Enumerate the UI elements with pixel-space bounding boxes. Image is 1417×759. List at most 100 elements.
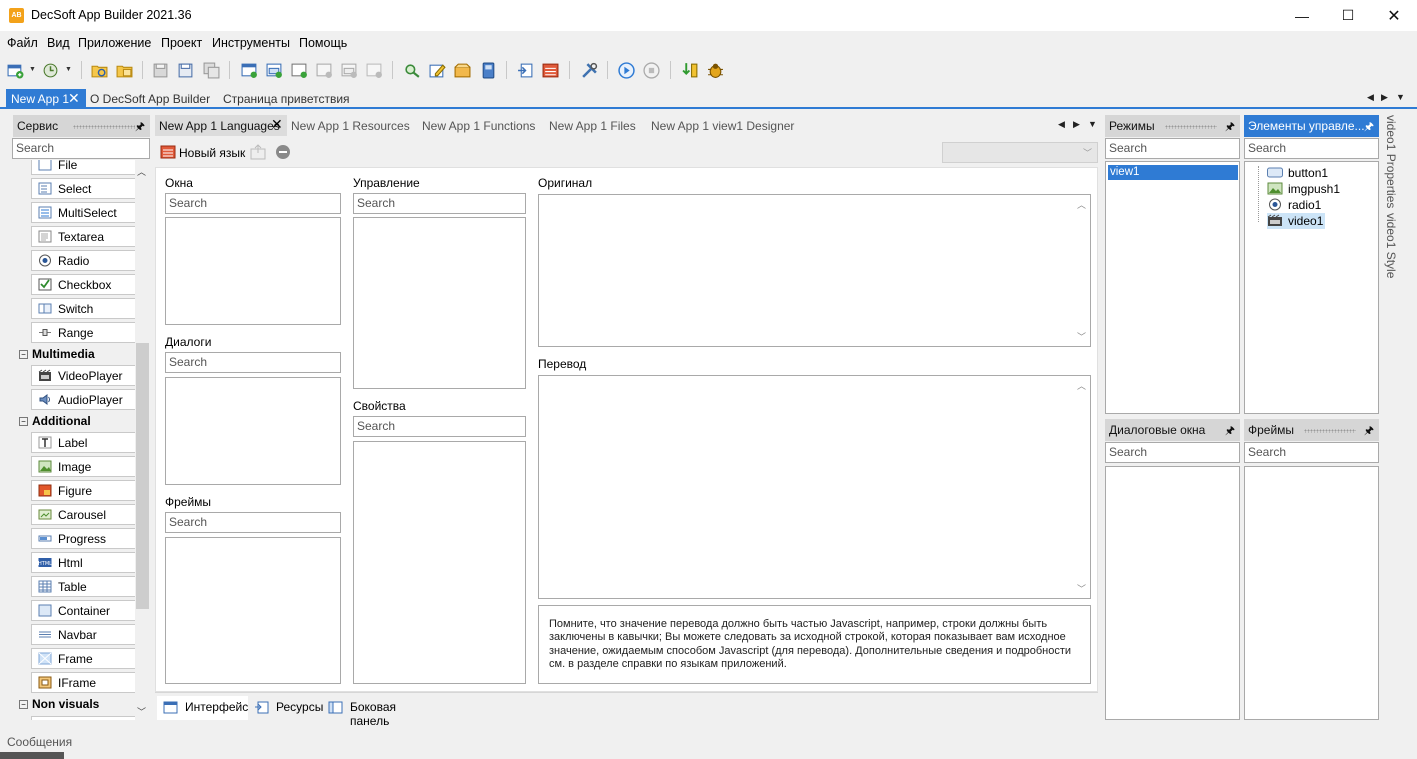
windows-list[interactable] — [165, 217, 341, 325]
modes-search-input[interactable]: Search — [1105, 138, 1240, 159]
chevron-up-icon[interactable]: ︿ — [1077, 379, 1086, 392]
components-scrollbar[interactable]: ︿ ﹀ — [135, 160, 150, 720]
side-tab-properties[interactable]: video1 Properties — [1384, 115, 1398, 208]
translation-textarea[interactable]: ︿ ﹀ — [538, 375, 1091, 599]
collapse-icon[interactable]: − — [19, 700, 28, 709]
export-icon[interactable] — [250, 144, 266, 160]
stop-icon[interactable] — [641, 60, 661, 80]
component-figure[interactable]: Figure — [31, 480, 142, 501]
category-non-visuals[interactable]: − Non visuals — [19, 697, 99, 711]
editor-tab-files[interactable]: New App 1 Files — [549, 119, 636, 133]
save-as-icon[interactable] — [175, 60, 195, 80]
add-frame-icon[interactable] — [289, 60, 309, 80]
remove-icon[interactable] — [275, 144, 291, 160]
component-checkbox[interactable]: Checkbox — [31, 274, 142, 295]
doc-tab-new-app[interactable]: New App 1 ✕ — [6, 89, 86, 108]
open-folder-icon[interactable] — [89, 60, 109, 80]
category-additional[interactable]: − Additional — [19, 414, 91, 428]
chevron-left-icon[interactable]: ◀ — [1058, 119, 1065, 130]
remove-dialog-icon[interactable] — [339, 60, 359, 80]
remove-view-icon[interactable] — [314, 60, 334, 80]
panel-grip[interactable] — [1304, 429, 1356, 433]
chevron-down-icon[interactable]: ﹀ — [1077, 330, 1086, 343]
close-button[interactable]: ✕ — [1371, 0, 1417, 31]
pin-icon[interactable]: 🖈 — [1364, 118, 1374, 137]
bottom-tab-interface[interactable]: Интерфейс — [157, 696, 248, 720]
collapse-icon[interactable]: − — [19, 350, 28, 359]
scrollbar-thumb[interactable] — [136, 343, 149, 609]
component-html[interactable]: HTML Html — [31, 552, 142, 573]
component-image[interactable]: Image — [31, 456, 142, 477]
doc-tab-about[interactable]: О DecSoft App Builder — [90, 92, 210, 106]
language-select[interactable]: ﹀ — [942, 142, 1098, 163]
component-range[interactable]: Range — [31, 322, 142, 343]
close-icon[interactable]: ✕ — [68, 90, 80, 107]
component-radio[interactable]: Radio — [31, 250, 142, 271]
modes-list[interactable]: view1 — [1105, 161, 1240, 414]
new-language-button[interactable]: Новый язык — [179, 146, 245, 160]
pin-icon[interactable]: 🖈 — [1225, 422, 1235, 441]
pin-icon[interactable]: 🖈 — [135, 118, 145, 137]
frames-list[interactable] — [165, 537, 341, 684]
category-multimedia[interactable]: − Multimedia — [19, 347, 95, 361]
component-videoplayer[interactable]: VideoPlayer — [31, 365, 142, 386]
dialogs-panel-search-input[interactable]: Search — [1105, 442, 1240, 463]
chevron-down-icon[interactable]: ﹀ — [137, 705, 146, 718]
chevron-left-icon[interactable]: ◀ — [1367, 92, 1374, 103]
component-label-item[interactable]: Label — [31, 432, 142, 453]
menu-tools[interactable]: Инструменты — [212, 36, 290, 50]
editor-tab-languages[interactable]: New App 1 Languages ✕ — [155, 115, 287, 136]
chevron-down-icon[interactable]: ﹀ — [1083, 146, 1092, 159]
chevron-down-icon[interactable]: ▼ — [65, 66, 72, 73]
component-select[interactable]: Select — [31, 178, 142, 199]
package-icon[interactable] — [452, 60, 472, 80]
controls-list[interactable] — [353, 217, 526, 389]
doc-tab-welcome[interactable]: Страница приветствия — [223, 92, 350, 106]
dialogs-search-input[interactable]: Search — [165, 352, 341, 373]
chevron-down-icon[interactable]: ▼ — [29, 66, 36, 73]
build-icon[interactable] — [680, 60, 700, 80]
chevron-up-icon[interactable]: ︿ — [137, 165, 146, 178]
component-carousel[interactable]: Carousel — [31, 504, 142, 525]
service-search-input[interactable]: Search — [12, 138, 150, 159]
minimize-button[interactable]: — — [1279, 0, 1325, 31]
component-switch[interactable]: Switch — [31, 298, 142, 319]
pin-icon[interactable]: 🖈 — [1364, 422, 1374, 441]
menu-view[interactable]: Вид — [47, 36, 70, 50]
find-icon[interactable] — [402, 60, 422, 80]
component-container[interactable]: Container — [31, 600, 142, 621]
open-recent-icon[interactable] — [40, 60, 60, 80]
menu-application[interactable]: Приложение — [78, 36, 151, 50]
frames-panel-search-input[interactable]: Search — [1244, 442, 1379, 463]
editor-tab-functions[interactable]: New App 1 Functions — [422, 119, 535, 133]
component-navbar[interactable]: Navbar — [31, 624, 142, 645]
frames-panel-list[interactable] — [1244, 466, 1379, 720]
dialogs-panel-list[interactable] — [1105, 466, 1240, 720]
chevron-right-icon[interactable]: ▶ — [1073, 119, 1080, 130]
remove-frame-icon[interactable] — [364, 60, 384, 80]
import-icon[interactable] — [515, 60, 535, 80]
maximize-button[interactable]: ☐ — [1325, 0, 1371, 31]
menu-file[interactable]: Файл — [7, 36, 38, 50]
chevron-up-icon[interactable]: ︿ — [1077, 198, 1086, 211]
collapse-icon[interactable]: − — [19, 417, 28, 426]
component-audioplayer[interactable]: AudioPlayer — [31, 389, 142, 410]
original-textarea[interactable]: ︿ ﹀ — [538, 194, 1091, 347]
bottom-tab-resources[interactable]: Ресурсы — [248, 696, 323, 720]
editor-tab-resources[interactable]: New App 1 Resources — [291, 119, 410, 133]
component-file[interactable]: File — [31, 160, 142, 175]
chevron-down-icon[interactable]: ﹀ — [1077, 582, 1086, 595]
play-icon[interactable] — [616, 60, 636, 80]
add-view-icon[interactable] — [239, 60, 259, 80]
chevron-down-icon[interactable]: ▼ — [1088, 119, 1097, 129]
controls-search-input[interactable]: Search — [353, 193, 526, 214]
component-progress[interactable]: Progress — [31, 528, 142, 549]
edit-icon[interactable] — [427, 60, 447, 80]
component-textarea[interactable]: Textarea — [31, 226, 142, 247]
component-iframe[interactable]: IFrame — [31, 672, 142, 693]
windows-search-input[interactable]: Search — [165, 193, 341, 214]
messages-label[interactable]: Сообщения — [7, 735, 72, 749]
component-table[interactable]: Table — [31, 576, 142, 597]
frames-search-input[interactable]: Search — [165, 512, 341, 533]
properties-list[interactable] — [353, 441, 526, 684]
